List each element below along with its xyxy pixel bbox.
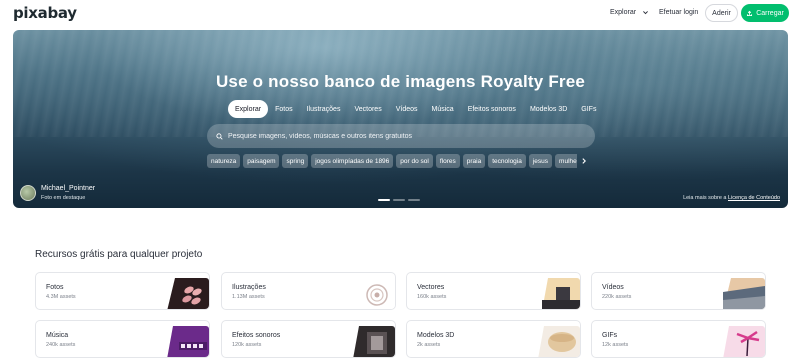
- chevron-down-icon: [643, 11, 649, 15]
- carousel-dot[interactable]: [378, 199, 390, 201]
- tab-illustrations[interactable]: Ilustrações: [300, 100, 348, 118]
- card-title: Vectores: [417, 284, 445, 291]
- top-header: pixabay Explorar Efetuar login Aderir Ca…: [0, 0, 800, 28]
- tab-explore[interactable]: Explorar: [228, 100, 269, 118]
- sound-thumb: [353, 326, 395, 357]
- photo-hands-thumb: [167, 278, 209, 309]
- chevron-right-icon[interactable]: [580, 157, 588, 165]
- illustration-thumb: [353, 278, 395, 309]
- card-title: Música: [46, 332, 69, 339]
- hero-title: Use o nosso banco de imagens Royalty Fre…: [215, 72, 586, 91]
- resource-card-vectors[interactable]: Vectores 160k assets: [406, 272, 581, 310]
- card-count: 4.3M assets: [46, 294, 76, 300]
- login-link[interactable]: Efetuar login: [659, 9, 698, 16]
- video-thumb: [723, 278, 765, 309]
- media-type-tabs: Explorar Fotos Ilustrações Vectores Víde…: [228, 100, 603, 118]
- card-title: Fotos: [46, 284, 64, 291]
- resource-card-illustrations[interactable]: Ilustrações 1.13M assets: [221, 272, 396, 310]
- carousel-dot[interactable]: [393, 199, 405, 201]
- upload-icon: [747, 10, 753, 16]
- author-name[interactable]: Michael_Pointner: [41, 185, 95, 192]
- tag-chip[interactable]: jogos olimpíadas de 1896: [311, 154, 394, 168]
- tag-chip[interactable]: mulher: [555, 154, 577, 168]
- tag-chip[interactable]: praia: [462, 154, 486, 168]
- resources-heading: Recursos grátis para qualquer projeto: [35, 249, 203, 260]
- featured-photo-label: Foto em destaque: [41, 195, 86, 201]
- card-title: GIFs: [602, 332, 618, 339]
- card-count: 120k assets: [232, 342, 262, 348]
- pixabay-logo[interactable]: pixabay: [13, 4, 77, 22]
- tag-chip[interactable]: flores: [435, 154, 460, 168]
- card-count: 2k assets: [417, 342, 441, 348]
- tab-gifs[interactable]: GIFs: [574, 100, 603, 118]
- resource-card-3d-models[interactable]: Modelos 3D 2k assets: [406, 320, 581, 358]
- join-button[interactable]: Aderir: [705, 4, 738, 22]
- explore-label: Explorar: [610, 9, 637, 16]
- card-count: 160k assets: [417, 294, 447, 300]
- author-avatar[interactable]: [20, 185, 36, 201]
- resource-card-sound-effects[interactable]: Efeitos sonoros 120k assets: [221, 320, 396, 358]
- carousel-dot[interactable]: [408, 199, 420, 201]
- card-title: Vídeos: [602, 284, 624, 291]
- search-input[interactable]: [228, 132, 568, 140]
- tag-chip[interactable]: tecnologia: [488, 154, 526, 168]
- suggested-tags: natureza paisagem spring jogos olimpíada…: [207, 154, 577, 168]
- search-bar[interactable]: [207, 124, 595, 148]
- tag-chip[interactable]: paisagem: [243, 154, 280, 168]
- gif-thumb: [723, 326, 765, 357]
- music-thumb: [167, 326, 209, 357]
- explore-menu[interactable]: Explorar: [610, 9, 649, 16]
- tab-vectors[interactable]: Vectores: [347, 100, 388, 118]
- resource-card-gifs[interactable]: GIFs 12k assets: [591, 320, 766, 358]
- resource-card-music[interactable]: Música 240k assets: [35, 320, 210, 358]
- vector-thumb: [542, 278, 580, 309]
- resource-card-photos[interactable]: Fotos 4.3M assets: [35, 272, 210, 310]
- tab-photos[interactable]: Fotos: [268, 100, 300, 118]
- card-title: Modelos 3D: [417, 332, 455, 339]
- upload-label: Carregar: [756, 9, 784, 17]
- card-count: 240k assets: [46, 342, 76, 348]
- tag-chip[interactable]: spring: [282, 154, 309, 168]
- tab-sound-effects[interactable]: Efeitos sonoros: [461, 100, 523, 118]
- search-icon: [216, 132, 223, 140]
- license-link[interactable]: Licença de Conteúdo: [728, 195, 780, 201]
- card-count: 1.13M assets: [232, 294, 265, 300]
- tab-videos[interactable]: Vídeos: [389, 100, 425, 118]
- tab-3d-models[interactable]: Modelos 3D: [523, 100, 574, 118]
- card-count: 12k assets: [602, 342, 629, 348]
- resource-card-videos[interactable]: Vídeos 220k assets: [591, 272, 766, 310]
- tab-music[interactable]: Música: [425, 100, 461, 118]
- upload-button[interactable]: Carregar: [741, 4, 789, 22]
- tag-chip[interactable]: jesus: [528, 154, 553, 168]
- tag-chip[interactable]: por do sol: [396, 154, 433, 168]
- carousel-indicators: [378, 199, 420, 201]
- hero-banner: Use o nosso banco de imagens Royalty Fre…: [13, 30, 788, 208]
- model3d-thumb: [538, 326, 580, 357]
- tag-chip[interactable]: natureza: [207, 154, 241, 168]
- license-text: Leia mais sobre a: [683, 195, 727, 201]
- card-title: Efeitos sonoros: [232, 332, 281, 339]
- card-title: Ilustrações: [232, 284, 266, 291]
- license-note: Leia mais sobre a Licença de Conteúdo: [683, 195, 780, 201]
- card-count: 220k assets: [602, 294, 632, 300]
